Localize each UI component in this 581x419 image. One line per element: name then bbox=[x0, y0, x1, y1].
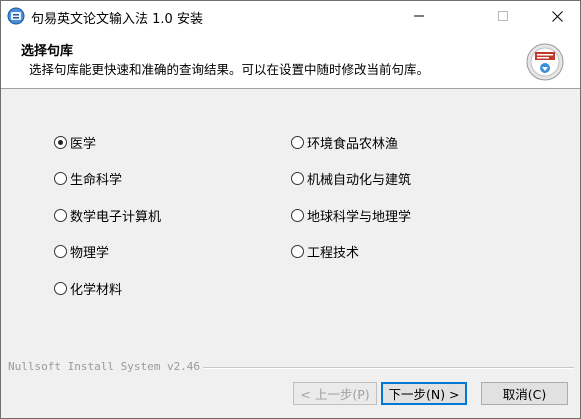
option-mechanical-automation-construction[interactable]: 机械自动化与建筑 bbox=[291, 169, 411, 188]
option-label: 医学 bbox=[70, 137, 97, 152]
maximize-button[interactable] bbox=[480, 1, 526, 31]
radio-button[interactable] bbox=[54, 245, 67, 258]
option-label: 环境食品农林渔 bbox=[307, 137, 399, 152]
option-chemistry-materials[interactable]: 化学材料 bbox=[54, 279, 122, 298]
radio-button[interactable] bbox=[54, 136, 67, 149]
radio-button[interactable] bbox=[54, 172, 67, 185]
option-medicine[interactable]: 医学 bbox=[54, 133, 96, 152]
maximize-icon bbox=[498, 11, 508, 21]
option-engineering-technology[interactable]: 工程技术 bbox=[291, 242, 359, 261]
option-label: 工程技术 bbox=[307, 246, 360, 261]
window-title: 句易英文论文输入法 1.0 安装 bbox=[31, 12, 203, 27]
installer-app-icon bbox=[7, 7, 25, 25]
nsis-brand-label: Nullsoft Install System v2.46 bbox=[8, 360, 204, 373]
minimize-button[interactable] bbox=[396, 1, 442, 31]
minimize-icon bbox=[414, 15, 424, 17]
radio-button[interactable] bbox=[291, 245, 304, 258]
cancel-button[interactable]: 取消(C) bbox=[481, 382, 568, 405]
library-options: 医学 生命科学 数学电子计算机 物理学 化学材料 环境食品农林渔 机械自动化与建… bbox=[1, 90, 580, 360]
next-button[interactable]: 下一步(N) > bbox=[381, 382, 467, 405]
option-label: 数学电子计算机 bbox=[70, 210, 162, 225]
option-label: 生命科学 bbox=[70, 173, 123, 188]
installer-logo-icon bbox=[526, 43, 564, 81]
option-environment-food-agriculture[interactable]: 环境食品农林渔 bbox=[291, 133, 398, 152]
option-math-ee-cs[interactable]: 数学电子计算机 bbox=[54, 206, 161, 225]
option-life-science[interactable]: 生命科学 bbox=[54, 169, 122, 188]
close-button[interactable] bbox=[534, 1, 580, 31]
installer-window: 句易英文论文输入法 1.0 安装 选择句库 选择句库能更快速和准确的查询结果。可… bbox=[0, 0, 581, 419]
page-subtitle: 选择句库能更快速和准确的查询结果。可以在设置中随时修改当前句库。 bbox=[29, 62, 430, 77]
option-label: 化学材料 bbox=[70, 283, 123, 298]
back-button[interactable]: < 上一步(P) bbox=[293, 382, 377, 405]
radio-button[interactable] bbox=[291, 172, 304, 185]
page-title: 选择句库 bbox=[21, 44, 74, 59]
option-label: 机械自动化与建筑 bbox=[307, 173, 412, 188]
radio-button[interactable] bbox=[291, 209, 304, 222]
radio-button[interactable] bbox=[54, 282, 67, 295]
option-earth-science-geography[interactable]: 地球科学与地理学 bbox=[291, 206, 411, 225]
page-header: 选择句库 选择句库能更快速和准确的查询结果。可以在设置中随时修改当前句库。 bbox=[1, 31, 580, 89]
option-physics[interactable]: 物理学 bbox=[54, 242, 109, 261]
radio-button[interactable] bbox=[291, 136, 304, 149]
option-label: 物理学 bbox=[70, 246, 110, 261]
option-label: 地球科学与地理学 bbox=[307, 210, 412, 225]
close-icon bbox=[551, 10, 563, 22]
title-bar[interactable]: 句易英文论文输入法 1.0 安装 bbox=[1, 1, 580, 31]
radio-button[interactable] bbox=[54, 209, 67, 222]
